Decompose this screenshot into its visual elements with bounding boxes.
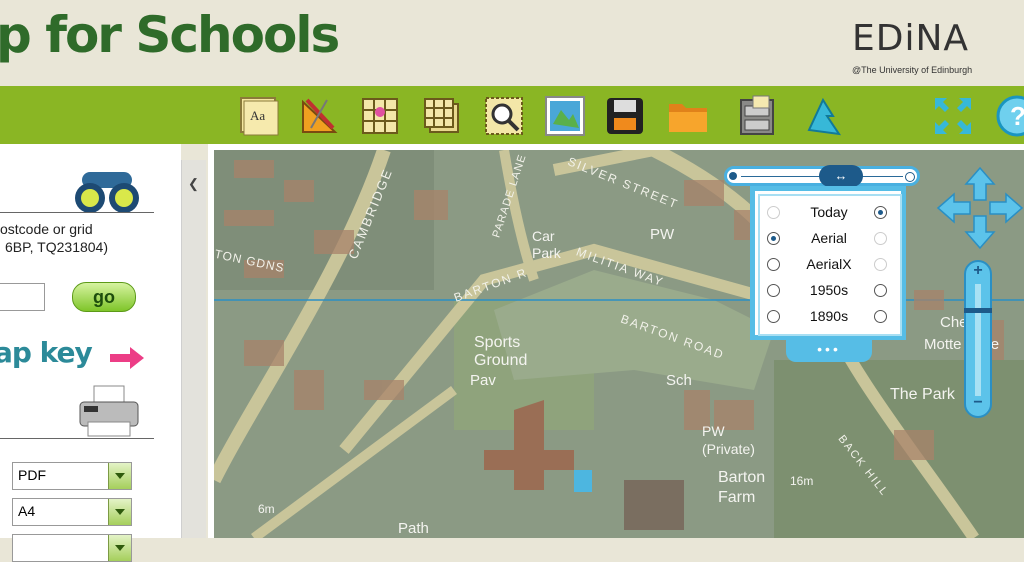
measure-ruler-icon[interactable] <box>297 94 341 138</box>
layer-right-radio[interactable] <box>874 258 887 271</box>
map-image-icon[interactable] <box>543 94 587 138</box>
search-input[interactable] <box>0 283 45 311</box>
slider-right-end-icon <box>905 172 915 182</box>
sidebar-scrollbar[interactable]: ❮ <box>181 160 206 538</box>
extra-select[interactable] <box>12 534 132 562</box>
layer-left-radio[interactable] <box>767 284 780 297</box>
print-divider <box>0 438 154 439</box>
map-label: 16m <box>790 474 814 488</box>
map-label: Path <box>398 520 429 537</box>
layer-left-radio[interactable] <box>767 310 780 323</box>
fullscreen-icon[interactable] <box>931 94 975 138</box>
map-key-arrow-icon[interactable] <box>108 344 146 372</box>
layer-more-button[interactable]: ••• <box>786 340 872 362</box>
layer-right-radio[interactable] <box>874 206 887 219</box>
paper-size-value: A4 <box>18 503 36 519</box>
layer-row-1890s[interactable]: 1890s <box>760 305 900 329</box>
zoom-handle-icon[interactable] <box>964 308 992 313</box>
edina-logo[interactable]: EDiNA @The University of Edinburgh <box>852 18 1002 78</box>
slider-handle-icon[interactable]: ↔ <box>819 165 863 187</box>
layer-row-today[interactable]: Today <box>760 201 900 225</box>
layer-row-aerialx[interactable]: AerialX <box>760 253 900 277</box>
edina-logo-subtitle: @The University of Edinburgh <box>852 65 973 75</box>
map-label: PW <box>650 226 675 243</box>
zoom-control[interactable]: + − <box>964 260 992 418</box>
zoom-out-icon[interactable]: − <box>966 394 990 412</box>
search-divider <box>0 212 154 213</box>
paper-size-select[interactable]: A4 <box>12 498 132 526</box>
layer-label: Aerial <box>811 230 847 246</box>
layer-right-radio[interactable] <box>874 284 887 297</box>
binoculars-icon <box>72 166 142 216</box>
help-icon-label: ? <box>1010 101 1024 131</box>
map-label: Sports Ground <box>474 334 528 369</box>
zoom-in-icon[interactable]: + <box>966 262 990 280</box>
layer-row-1950s[interactable]: 1950s <box>760 279 900 303</box>
layers-grid-icon[interactable] <box>420 94 464 138</box>
printer-icon[interactable] <box>76 384 142 438</box>
layer-selector-inner: Today Aerial AerialX 1950s 1890s <box>758 194 902 336</box>
print-format-select[interactable]: PDF <box>12 462 132 490</box>
go-button[interactable]: go <box>72 282 136 312</box>
layer-label: Today <box>810 204 848 220</box>
pan-control-icon[interactable] <box>936 166 1024 250</box>
layer-right-radio[interactable] <box>874 310 887 323</box>
layer-selector: Today Aerial AerialX 1950s 1890s <box>750 186 906 340</box>
help-wizard-icon[interactable] <box>803 94 847 138</box>
layer-label: 1890s <box>809 308 849 324</box>
layer-row-aerial[interactable]: Aerial <box>760 227 900 251</box>
chevron-down-icon[interactable] <box>108 463 131 489</box>
layer-left-radio[interactable] <box>767 232 780 245</box>
search-map-icon[interactable] <box>482 94 526 138</box>
layer-label: AerialX <box>806 256 852 272</box>
map-label: Pav <box>470 372 496 389</box>
map-key-link[interactable]: ap key <box>0 336 93 369</box>
chevron-down-icon[interactable] <box>108 535 131 561</box>
zoom-track[interactable] <box>975 284 981 396</box>
map-label: Car Park <box>532 228 561 261</box>
map-label: 6m <box>258 502 275 516</box>
layer-left-radio[interactable] <box>767 258 780 271</box>
search-help-line1: ostcode or grid <box>0 221 93 237</box>
help-icon[interactable]: ? <box>993 94 1024 138</box>
save-icon[interactable] <box>603 94 647 138</box>
map-label: PW (Private) <box>702 423 755 457</box>
print-format-value: PDF <box>18 467 46 483</box>
slider-left-end-icon <box>729 172 737 180</box>
search-help-line2: 6BP, TQ231804) <box>5 239 109 255</box>
map-key-label: ap key <box>0 336 93 369</box>
open-folder-icon[interactable] <box>666 94 710 138</box>
layer-label: 1950s <box>809 282 849 298</box>
chevron-down-icon[interactable] <box>108 499 131 525</box>
map-label: Sch <box>666 372 692 389</box>
scroll-up-icon[interactable]: ❮ <box>188 176 199 192</box>
annotation-text-label: Aa <box>250 108 265 123</box>
annotation-text-icon[interactable]: Aa <box>237 94 281 138</box>
layer-opacity-slider[interactable]: ↔ <box>724 165 920 187</box>
header: p for Schools EDiNA @The University of E… <box>0 0 1024 86</box>
app-title: p for Schools <box>0 6 340 64</box>
map-label: Barton Farm <box>718 469 766 506</box>
layer-left-radio[interactable] <box>767 206 780 219</box>
file-cabinet-icon[interactable] <box>735 94 779 138</box>
edina-logo-text: EDiNA <box>852 18 970 59</box>
grid-marker-icon[interactable] <box>358 94 402 138</box>
layer-right-radio[interactable] <box>874 232 887 245</box>
map-label: The Park <box>890 386 955 403</box>
